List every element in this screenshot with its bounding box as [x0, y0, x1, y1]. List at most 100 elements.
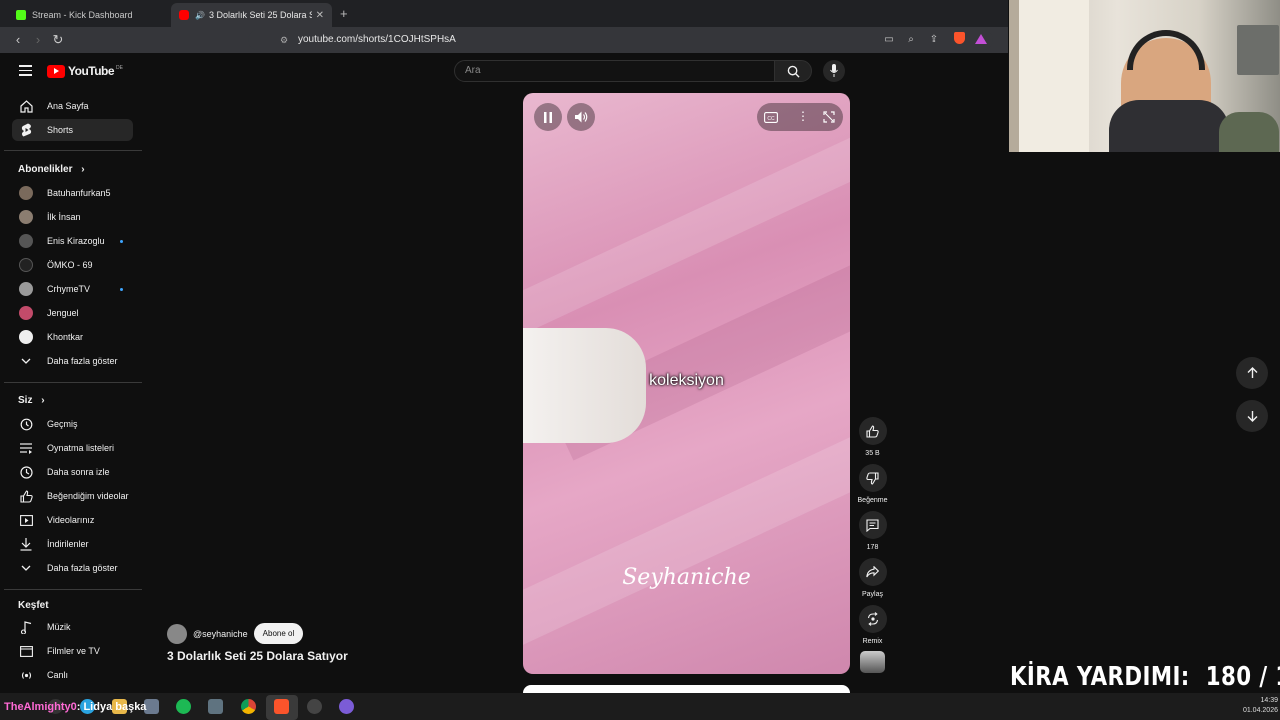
remix-label: Remix: [862, 638, 883, 645]
sidebar-item-label: Beğendiğim videolar: [47, 491, 129, 501]
sidebar-item-subscription[interactable]: Enis Kirazoglu: [12, 230, 133, 252]
sidebar-item-watch-later[interactable]: Daha sonra izle: [12, 461, 133, 483]
video-caption: koleksiyon: [649, 372, 724, 389]
sidebar-item-subscription[interactable]: ÖMKO - 69: [12, 254, 133, 276]
url-text: youtube.com/shorts/1COJHtSPHsA: [298, 34, 456, 45]
avatar: [19, 210, 33, 224]
volume-icon: [574, 111, 587, 123]
comment-icon: [866, 518, 879, 532]
sidebar-item-label: Canlı: [47, 670, 69, 680]
like-count: 35 B: [865, 450, 880, 457]
chat-overlay: TheAlmighty0: Lidya başka: [4, 701, 146, 713]
speaker-icon: 🔊: [195, 10, 205, 20]
avatar: [19, 330, 33, 344]
obs-icon[interactable]: [307, 699, 322, 714]
dislike-button[interactable]: Beğenme: [858, 464, 887, 504]
sidebar-divider: [4, 382, 142, 383]
sidebar-item-subscription[interactable]: CrhymeTV: [12, 278, 133, 300]
comments-button[interactable]: 178: [858, 511, 887, 551]
app-icon[interactable]: [339, 699, 354, 714]
sidebar-item-your-videos[interactable]: Videolarınız: [12, 509, 133, 531]
sidebar-item-subscription[interactable]: Khontkar: [12, 326, 133, 348]
search-input[interactable]: Ara: [454, 60, 775, 82]
sidebar-item-playlists[interactable]: Oynatma listeleri: [12, 437, 133, 459]
sidebar-item-films-tv[interactable]: Filmler ve TV: [12, 640, 133, 662]
new-tab-button[interactable]: +: [340, 6, 348, 21]
short-title[interactable]: 3 Dolarlık Seti 25 Dolara Satıyor: [167, 649, 348, 663]
sidebar-item-label: Oynatma listeleri: [47, 443, 115, 453]
system-clock[interactable]: 14:39 01.04.2026: [1243, 696, 1278, 716]
sidebar-item-subscription[interactable]: Batuhanfurkan5: [12, 182, 133, 204]
sidebar-item-shorts[interactable]: Shorts: [12, 119, 133, 141]
channel-avatar[interactable]: [167, 623, 187, 644]
search-button[interactable]: [774, 60, 812, 82]
previous-short-button[interactable]: [1236, 357, 1268, 389]
brave-shield-icon[interactable]: [953, 32, 965, 44]
channel-handle[interactable]: @seyhaniche: [193, 629, 248, 639]
kick-icon: [16, 10, 26, 20]
brave-icon[interactable]: [274, 699, 289, 714]
sidebar-item-liked-videos[interactable]: Beğendiğim videolar: [12, 485, 133, 507]
tab-youtube-short[interactable]: 🔊 3 Dolarlık Seti 25 Dolara Satıyor ✕: [171, 3, 332, 27]
brave-rewards-icon[interactable]: [975, 34, 987, 44]
chevron-down-icon: [19, 354, 33, 368]
reload-icon[interactable]: ↻: [50, 32, 66, 48]
sidebar-divider: [4, 150, 142, 151]
share-icon[interactable]: ⇪: [926, 32, 942, 48]
sidebar-item-history[interactable]: Geçmiş: [12, 413, 133, 435]
sidebar-item-label: Geçmiş: [47, 419, 78, 429]
chrome-icon[interactable]: [241, 699, 256, 714]
youtube-icon: [179, 10, 189, 20]
calculator-icon[interactable]: [208, 699, 223, 714]
back-icon[interactable]: ‹: [10, 32, 26, 48]
you-header[interactable]: Siz ›: [18, 395, 45, 406]
sidebar-item-subscription[interactable]: İlk İnsan: [12, 206, 133, 228]
avatar: [19, 306, 33, 320]
avatar: [19, 234, 33, 248]
voice-search-button[interactable]: [823, 60, 845, 82]
sidebar-item-label: Jenguel: [47, 308, 79, 318]
sidebar-item-subscription[interactable]: Jenguel: [12, 302, 133, 324]
youtube-play-icon: [47, 64, 65, 78]
sidebar-item-music[interactable]: Müzik: [12, 616, 133, 638]
subscriptions-header[interactable]: Abonelikler ›: [18, 164, 85, 175]
share-button[interactable]: Paylaş: [858, 558, 887, 598]
site-settings-icon[interactable]: ⚙: [280, 30, 288, 50]
sidebar-item-downloads[interactable]: İndirilenler: [12, 533, 133, 555]
sidebar-item-home[interactable]: Ana Sayfa: [12, 95, 133, 117]
next-short-button[interactable]: [1236, 400, 1268, 432]
svg-text:CC: CC: [767, 116, 775, 122]
more-options-icon[interactable]: ⋮: [797, 109, 809, 123]
webcam-overlay: [1009, 0, 1280, 152]
menu-icon[interactable]: [19, 65, 32, 76]
youtube-logo[interactable]: YouTube DE: [47, 64, 123, 78]
spotify-icon[interactable]: [176, 699, 191, 714]
pause-button[interactable]: [534, 103, 562, 131]
tab-label: Stream - Kick Dashboard: [32, 10, 133, 20]
close-tab-icon[interactable]: ✕: [316, 10, 324, 21]
logo-text: YouTube: [68, 64, 115, 78]
zoom-icon[interactable]: ⌕: [903, 32, 919, 48]
remix-button[interactable]: Remix: [858, 605, 887, 645]
captions-button[interactable]: CC: [764, 110, 778, 124]
sidebar-item-live[interactable]: Canlı: [12, 664, 133, 686]
show-more-subscriptions[interactable]: Daha fazla göster: [12, 350, 133, 372]
video-watermark: Seyhaniche: [622, 565, 751, 590]
volume-button[interactable]: [567, 103, 595, 131]
browser-toolbar: ‹ › ↻ ⎕ ⚙ youtube.com/shorts/1COJHtSPHsA…: [0, 27, 1008, 53]
next-short-preview: [523, 685, 850, 693]
shorts-video-player[interactable]: CC ⋮ koleksiyon Seyhaniche: [523, 93, 850, 674]
audio-thumbnail[interactable]: [860, 651, 885, 673]
forward-icon[interactable]: ›: [30, 32, 46, 48]
fullscreen-button[interactable]: [823, 110, 835, 128]
video-icon: [19, 513, 33, 527]
show-more-you[interactable]: Daha fazla göster: [12, 557, 133, 579]
subscribe-button[interactable]: Abone ol: [253, 623, 304, 644]
tab-kick-dashboard[interactable]: Stream - Kick Dashboard: [8, 3, 168, 27]
captions-icon: CC: [764, 112, 778, 123]
cast-icon[interactable]: ▭: [881, 32, 897, 48]
like-button[interactable]: 35 B: [858, 417, 887, 457]
avatar: [19, 258, 33, 272]
sidebar-item-label: Enis Kirazoglu: [47, 236, 105, 246]
channel-info: @seyhaniche Abone ol: [167, 623, 304, 644]
